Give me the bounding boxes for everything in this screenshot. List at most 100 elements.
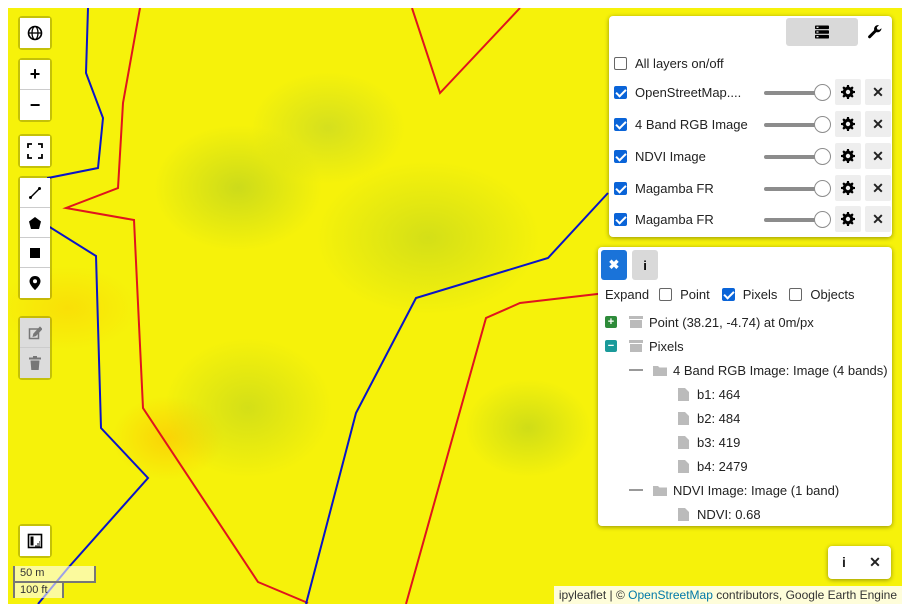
attribution-prefix: ipyleaflet | © <box>558 588 625 602</box>
layers-icon <box>815 25 829 39</box>
tree-node-point[interactable]: + Point (38.21, -4.74) at 0m/px <box>605 311 814 333</box>
file-icon <box>678 507 689 521</box>
inspector-close-tab[interactable]: ✖ <box>601 250 627 280</box>
tree-leaf: b3: 419 <box>678 431 740 453</box>
band-value: b4: 2479 <box>697 458 748 474</box>
layer-visibility-checkbox[interactable] <box>614 85 627 99</box>
close-icon[interactable]: ✕ <box>865 143 891 169</box>
close-icon[interactable]: ✕ <box>862 549 888 575</box>
layer-visibility-checkbox[interactable] <box>614 212 627 226</box>
attribution-suffix: contributors, Google Earth Engine <box>716 588 897 602</box>
point-node-label: Point (38.21, -4.74) at 0m/px <box>649 314 814 330</box>
opacity-slider[interactable] <box>764 180 831 197</box>
all-layers-label: All layers on/off <box>635 55 724 71</box>
layer-name: 4 Band RGB Image <box>635 116 748 132</box>
wrench-icon[interactable] <box>861 18 889 46</box>
layer-visibility-checkbox[interactable] <box>614 117 627 131</box>
all-layers-checkbox[interactable] <box>614 56 627 70</box>
tree-dash <box>629 369 643 371</box>
legend-icon[interactable] <box>20 526 50 556</box>
pixels-checkbox[interactable] <box>721 287 735 301</box>
layer-visibility-checkbox[interactable] <box>614 181 627 195</box>
collapse-minus-icon[interactable]: − <box>605 340 617 352</box>
objects-option-label: Objects <box>810 286 855 302</box>
slider-thumb[interactable] <box>814 148 831 165</box>
server-icon <box>629 340 643 352</box>
layer-name: Magamba FR <box>635 180 714 196</box>
close-icon[interactable]: ✕ <box>865 79 891 105</box>
close-icon[interactable]: ✕ <box>865 206 891 232</box>
blue-boundary-east <box>305 192 609 604</box>
point-option-label: Point <box>680 286 710 302</box>
slider-thumb[interactable] <box>814 211 831 228</box>
slider-thumb[interactable] <box>814 84 831 101</box>
layer-name: OpenStreetMap.... <box>635 84 742 100</box>
inspector-info-tab[interactable]: i <box>632 250 658 280</box>
band-value: b2: 484 <box>697 410 741 426</box>
layer-visibility-checkbox[interactable] <box>614 149 627 163</box>
gear-icon[interactable] <box>835 175 861 201</box>
slider-thumb[interactable] <box>814 180 831 197</box>
pixels-node-label: Pixels <box>649 338 684 354</box>
slider-thumb[interactable] <box>814 116 831 133</box>
legend-control <box>18 524 52 558</box>
draw-polyline-icon[interactable] <box>20 178 50 208</box>
expand-label: Expand <box>605 286 650 302</box>
file-icon <box>678 387 689 401</box>
tree-node-rgb-image[interactable]: 4 Band RGB Image: Image (4 bands) <box>629 359 888 381</box>
draw-toolbar <box>18 176 52 300</box>
fullscreen-icon[interactable] <box>20 136 50 166</box>
close-icon[interactable]: ✕ <box>865 111 891 137</box>
gear-icon[interactable] <box>835 111 861 137</box>
draw-polygon-icon[interactable] <box>20 208 50 238</box>
tree-node-pixels[interactable]: − Pixels <box>605 335 684 357</box>
layers-toggle-button[interactable] <box>786 18 858 46</box>
edit-layers-icon[interactable] <box>20 318 50 348</box>
inspector-panel: ✖ i Expand Point Pixels Objects + Point … <box>598 247 892 526</box>
fullscreen-control <box>18 134 52 168</box>
all-layers-toggle[interactable]: All layers on/off <box>614 50 890 76</box>
red-boundary-east <box>405 292 607 604</box>
info-icon[interactable]: i <box>831 549 857 575</box>
scale-imperial: 100 ft <box>13 581 64 598</box>
layer-manager-panel: All layers on/off OpenStreetMap.... ✕ 4 … <box>609 16 892 237</box>
blue-boundary-west <box>37 8 150 604</box>
opacity-slider[interactable] <box>764 116 831 133</box>
objects-checkbox[interactable] <box>789 287 803 301</box>
opacity-slider[interactable] <box>764 211 831 228</box>
rgb-image-node-label: 4 Band RGB Image: Image (4 bands) <box>673 362 888 378</box>
draw-marker-icon[interactable] <box>20 268 50 298</box>
layer-row: Magamba FR ✕ <box>614 206 891 232</box>
band-value: b3: 419 <box>697 434 741 450</box>
tree-node-ndvi-image[interactable]: NDVI Image: Image (1 band) <box>629 479 839 501</box>
layer-row: Magamba FR ✕ <box>614 175 891 201</box>
attribution-link[interactable]: OpenStreetMap <box>628 588 713 602</box>
expand-options: Expand Point Pixels Objects <box>605 283 855 305</box>
red-boundary-north <box>411 8 521 95</box>
opacity-slider[interactable] <box>764 84 831 101</box>
expand-plus-icon[interactable]: + <box>605 316 617 328</box>
folder-icon <box>653 485 667 496</box>
delete-layers-icon[interactable] <box>20 348 50 378</box>
close-icon[interactable]: ✕ <box>865 175 891 201</box>
zoom-in-button[interactable]: + <box>20 60 50 90</box>
tree-dash <box>629 489 643 491</box>
close-icon: ✖ <box>608 257 620 272</box>
point-checkbox[interactable] <box>659 287 673 301</box>
zoom-control: + − <box>18 58 52 122</box>
zoom-out-button[interactable]: − <box>20 90 50 120</box>
gear-icon[interactable] <box>835 79 861 105</box>
draw-rectangle-icon[interactable] <box>20 238 50 268</box>
opacity-slider[interactable] <box>764 148 831 165</box>
band-value: b1: 464 <box>697 386 741 402</box>
attribution: ipyleaflet | © OpenStreetMap contributor… <box>553 586 902 604</box>
gear-icon[interactable] <box>835 206 861 232</box>
tree-leaf: NDVI: 0.68 <box>678 503 761 525</box>
layer-name: NDVI Image <box>635 148 706 164</box>
file-icon <box>678 411 689 425</box>
info-icon: i <box>643 257 647 273</box>
globe-control[interactable] <box>18 16 52 50</box>
ndvi-value: NDVI: 0.68 <box>697 506 761 522</box>
gear-icon[interactable] <box>835 143 861 169</box>
globe-icon[interactable] <box>20 18 50 48</box>
